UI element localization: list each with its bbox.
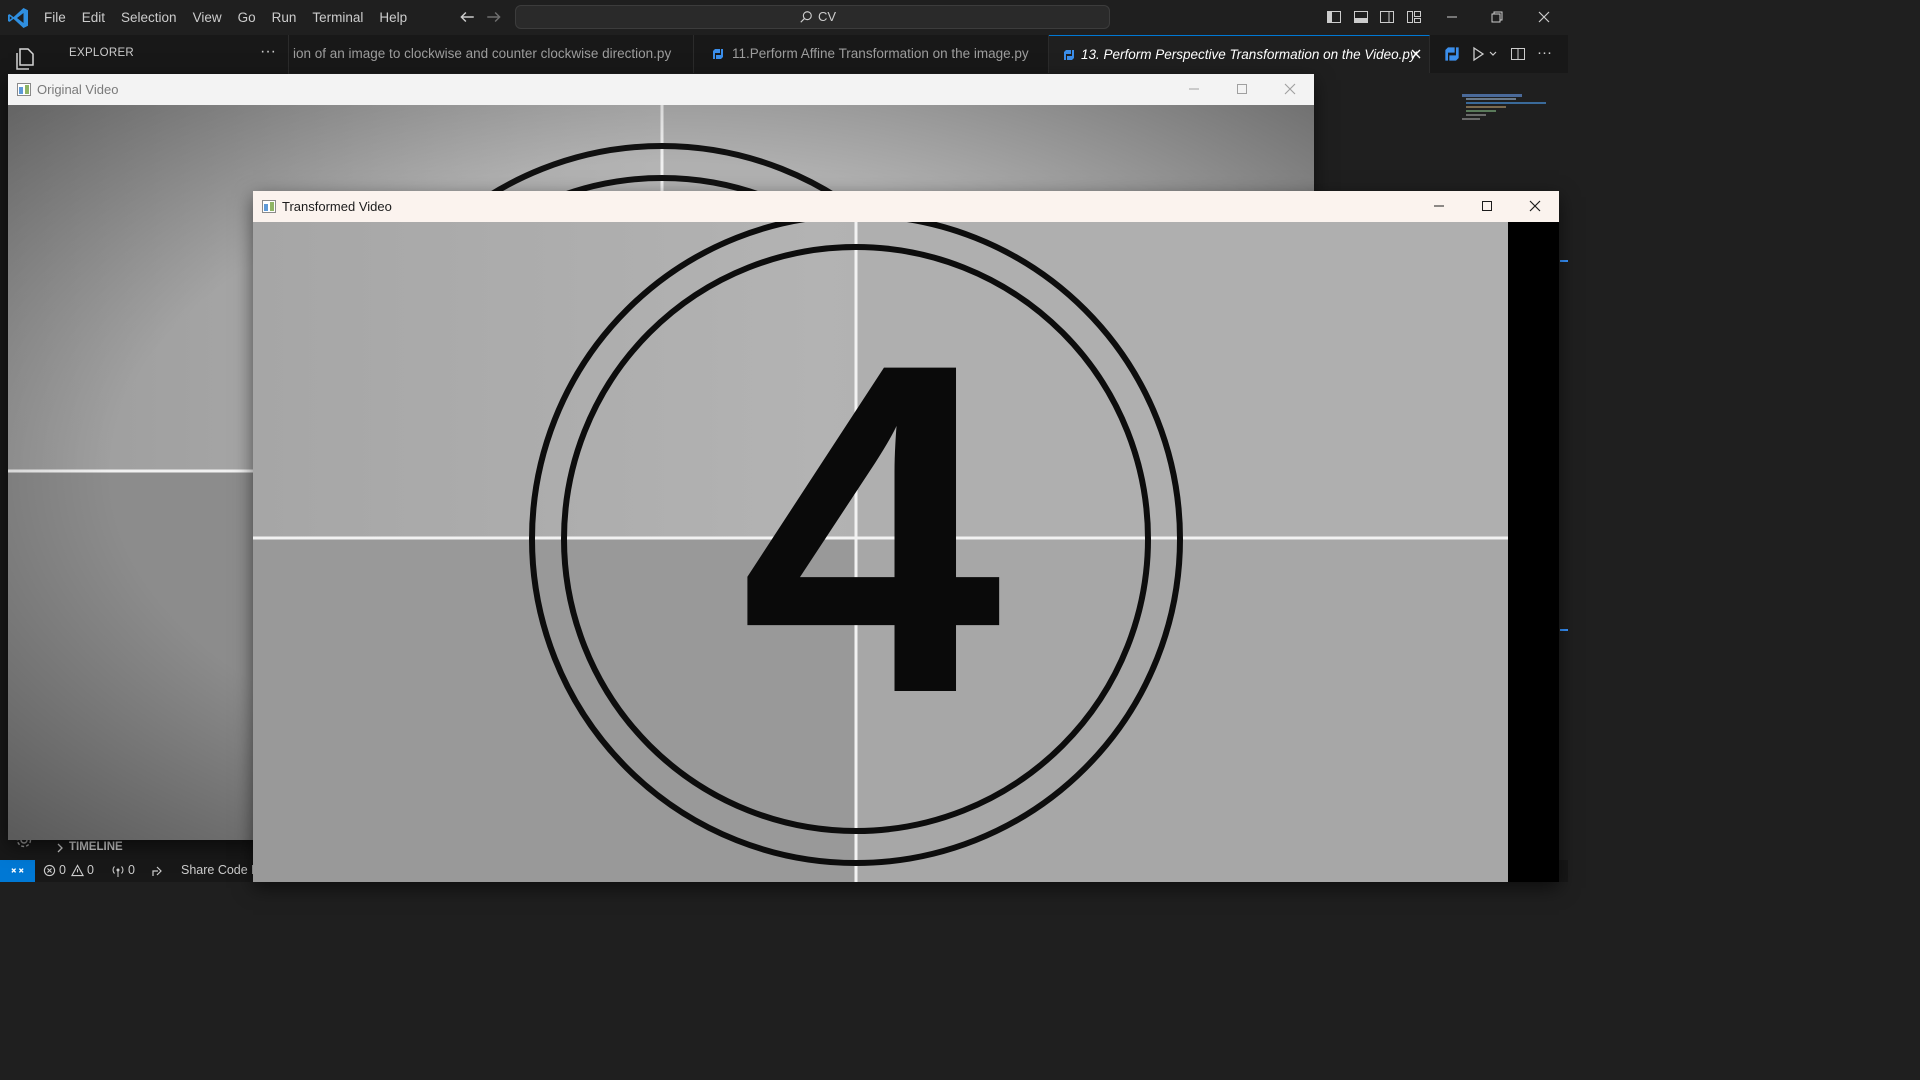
menu-file[interactable]: File xyxy=(36,0,74,35)
python-file-icon xyxy=(713,49,723,59)
search-icon xyxy=(800,11,812,23)
split-editor-icon[interactable] xyxy=(1510,46,1526,62)
command-center-text: CV xyxy=(818,9,837,24)
menu-view[interactable]: View xyxy=(185,0,230,35)
toggle-panel-icon[interactable] xyxy=(1353,9,1369,25)
countdown-number: 4 xyxy=(740,266,1004,791)
editor-tabs: ion of an image to clockwise and counter… xyxy=(289,35,1430,73)
remote-indicator[interactable] xyxy=(0,860,35,882)
close-icon[interactable] xyxy=(1283,82,1297,96)
scrollbar-marker xyxy=(1560,260,1568,262)
tab-perspective-file[interactable]: 13. Perform Perspective Transformation o… xyxy=(1049,35,1430,73)
python-file-icon xyxy=(1064,50,1074,60)
explorer-more-actions[interactable]: ··· xyxy=(260,43,276,61)
share-code-label[interactable]: Share Code L xyxy=(181,863,258,877)
close-icon[interactable] xyxy=(1528,199,1542,213)
minimize-window-icon[interactable] xyxy=(1444,9,1460,25)
original-video-titlebar[interactable]: Original Video xyxy=(8,74,1314,105)
back-arrow-icon[interactable] xyxy=(458,8,476,26)
python-extension-icon[interactable] xyxy=(1444,46,1460,62)
menu-help[interactable]: Help xyxy=(371,0,415,35)
share-code-icon[interactable] xyxy=(151,864,165,878)
timeline-section-header[interactable]: TIMELINE xyxy=(48,837,288,859)
opencv-app-icon xyxy=(262,200,276,213)
transformed-video-titlebar[interactable]: Transformed Video xyxy=(253,191,1559,222)
remote-connection-icon xyxy=(11,868,24,873)
minimize-icon[interactable] xyxy=(1432,199,1446,213)
explorer-files-icon[interactable] xyxy=(12,47,36,71)
run-play-icon[interactable] xyxy=(1470,46,1486,62)
transformed-video-frame: 4 xyxy=(253,222,1559,882)
menu-go[interactable]: Go xyxy=(230,0,264,35)
title-bar: File Edit Selection View Go Run Terminal… xyxy=(0,0,1568,35)
tab-affine-file[interactable]: 11.Perform Affine Transformation on the … xyxy=(694,35,1049,73)
error-count[interactable]: 0 xyxy=(59,863,66,877)
maximize-icon[interactable] xyxy=(1480,199,1494,213)
minimize-icon[interactable] xyxy=(1187,82,1201,96)
explorer-title: EXPLORER xyxy=(69,47,135,59)
warning-icon[interactable] xyxy=(71,864,84,877)
vscode-logo-icon xyxy=(8,8,28,28)
customize-layout-icon[interactable] xyxy=(1406,9,1422,25)
minimap[interactable] xyxy=(1462,94,1550,122)
tab-label: ion of an image to clockwise and counter… xyxy=(293,46,672,61)
warning-count[interactable]: 0 xyxy=(87,863,94,877)
tab-label: 11.Perform Affine Transformation on the … xyxy=(732,46,1029,61)
ports-count[interactable]: 0 xyxy=(128,863,135,877)
close-window-icon[interactable] xyxy=(1536,9,1552,25)
tab-rotation-file[interactable]: ion of an image to clockwise and counter… xyxy=(289,35,694,73)
transformed-video-title: Transformed Video xyxy=(282,199,392,214)
chevron-right-icon xyxy=(57,843,63,853)
forward-arrow-icon[interactable] xyxy=(485,8,503,26)
transformed-video-window[interactable]: Transformed Video 4 xyxy=(253,191,1559,882)
original-video-title: Original Video xyxy=(37,82,119,97)
restore-window-icon[interactable] xyxy=(1489,9,1505,25)
error-icon[interactable] xyxy=(43,864,56,877)
menu-bar: File Edit Selection View Go Run Terminal… xyxy=(36,0,415,35)
menu-terminal[interactable]: Terminal xyxy=(304,0,371,35)
editor-actions: ··· xyxy=(1430,35,1568,73)
toggle-primary-sidebar-icon[interactable] xyxy=(1326,9,1342,25)
menu-selection[interactable]: Selection xyxy=(113,0,185,35)
menu-run[interactable]: Run xyxy=(264,0,305,35)
scrollbar-marker xyxy=(1560,629,1568,631)
more-actions-icon[interactable]: ··· xyxy=(1537,44,1552,61)
opencv-app-icon xyxy=(17,83,31,96)
menu-edit[interactable]: Edit xyxy=(74,0,113,35)
tab-label: 13. Perform Perspective Transformation o… xyxy=(1081,47,1417,62)
ports-broadcast-icon[interactable] xyxy=(111,864,125,878)
timeline-label: TIMELINE xyxy=(69,841,123,853)
command-center[interactable]: CV xyxy=(515,5,1110,29)
chevron-down-icon[interactable] xyxy=(1488,46,1498,62)
close-tab-icon[interactable] xyxy=(1409,47,1423,61)
toggle-secondary-sidebar-icon[interactable] xyxy=(1379,9,1395,25)
maximize-icon[interactable] xyxy=(1235,82,1249,96)
